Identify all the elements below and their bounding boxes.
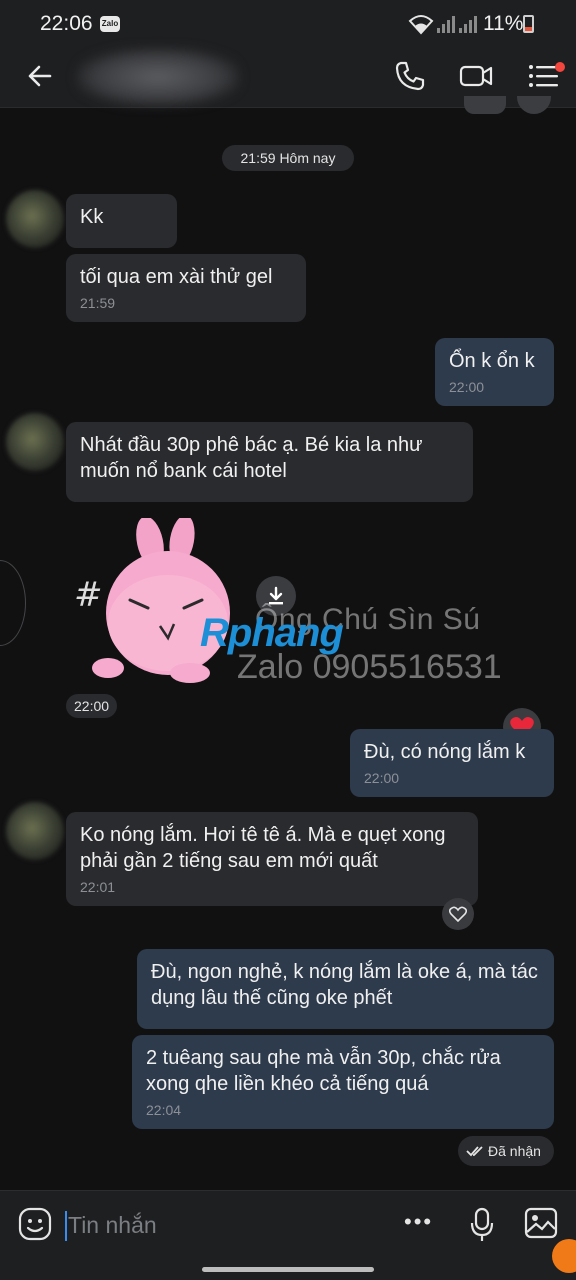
message-text: Kk <box>80 206 104 228</box>
avatar[interactable] <box>6 190 64 248</box>
message-text: Ko nóng lắm. Hơi tê tê á. Mà e quẹt xong… <box>80 824 446 872</box>
message-text: Nhát đầu 30p phê bác ạ. Bé kia la như mu… <box>80 434 423 482</box>
message-text: 2 tuêang sau qhe mà vẫn 30p, chắc rửa xo… <box>146 1047 501 1095</box>
signal-icon-2 <box>459 16 477 33</box>
notification-dot <box>555 62 565 72</box>
video-camera-icon[interactable] <box>458 58 494 94</box>
sticker-time: 22:00 <box>66 694 118 718</box>
watermark-phone: Zalo 0905516531 <box>237 648 502 686</box>
home-indicator[interactable] <box>202 1267 374 1272</box>
message-text: Ổn k ổn k <box>449 350 535 372</box>
message-time: 22:01 <box>80 879 116 895</box>
bunny-sticker[interactable]: # <box>70 518 250 688</box>
message-list[interactable]: 21:59 Hôm nay Kk tối qua em xài thử gel … <box>0 96 576 1190</box>
more-options-icon[interactable]: ••• <box>404 1209 433 1235</box>
emoji-sticker-icon[interactable] <box>18 1207 52 1241</box>
delivery-status-text: Đã nhận <box>488 1143 541 1159</box>
avatar[interactable] <box>6 802 64 860</box>
image-gallery-icon[interactable] <box>524 1207 558 1239</box>
contact-name[interactable] <box>76 48 240 106</box>
previous-message-edge <box>464 96 506 114</box>
status-time: 22:06 <box>40 12 93 35</box>
message-text: tối qua em xài thử gel <box>80 266 273 288</box>
message-bubble[interactable]: tối qua em xài thử gel 21:59 <box>66 254 306 322</box>
message-bubble[interactable]: 2 tuêang sau qhe mà vẫn 30p, chắc rửa xo… <box>132 1035 554 1129</box>
message-bubble[interactable]: Đù, có nóng lắm k 22:00 <box>350 729 554 797</box>
double-check-icon <box>466 1146 483 1157</box>
message-text: Đù, có nóng lắm k <box>364 741 526 763</box>
add-reaction-button[interactable] <box>442 898 474 930</box>
zalo-notification-icon: Zalo <box>100 16 120 32</box>
floating-app-badge[interactable] <box>552 1239 576 1273</box>
arrow-left-icon[interactable] <box>24 60 56 92</box>
message-time: 22:00 <box>364 770 400 786</box>
heart-outline-icon <box>449 906 467 922</box>
svg-text:#: # <box>74 575 103 615</box>
message-time: 22:04 <box>146 1102 182 1118</box>
phone-icon[interactable] <box>392 58 428 94</box>
message-bubble[interactable]: Kk <box>66 194 177 248</box>
battery-percent: 11% <box>483 12 524 35</box>
message-bubble[interactable]: Nhát đầu 30p phê bác ạ. Bé kia la như mu… <box>66 422 473 502</box>
signal-icon <box>437 16 455 33</box>
delivery-status: Đã nhận <box>458 1136 554 1166</box>
text-cursor <box>65 1211 67 1241</box>
message-bubble[interactable]: Đù, ngon nghẻ, k nóng lắm là oke á, mà t… <box>137 949 554 1029</box>
message-input[interactable]: Tin nhắn <box>68 1212 157 1239</box>
previous-reaction-edge <box>517 96 551 114</box>
battery-icon <box>523 15 534 33</box>
message-text: Đù, ngon nghẻ, k nóng lắm là oke á, mà t… <box>151 961 538 1009</box>
avatar[interactable] <box>6 413 64 471</box>
status-bar: 22:06 Zalo 11% <box>0 0 576 46</box>
message-bubble[interactable]: Ko nóng lắm. Hơi tê tê á. Mà e quẹt xong… <box>66 812 478 906</box>
side-handle[interactable] <box>0 560 26 646</box>
date-divider: 21:59 Hôm nay <box>222 145 354 171</box>
wifi-icon <box>408 15 434 35</box>
message-time: 22:00 <box>449 379 485 395</box>
message-time: 21:59 <box>80 295 116 311</box>
message-bubble[interactable]: Ổn k ổn k 22:00 <box>435 338 554 406</box>
microphone-icon[interactable] <box>470 1207 494 1243</box>
composer-bar: Tin nhắn ••• <box>0 1190 576 1280</box>
